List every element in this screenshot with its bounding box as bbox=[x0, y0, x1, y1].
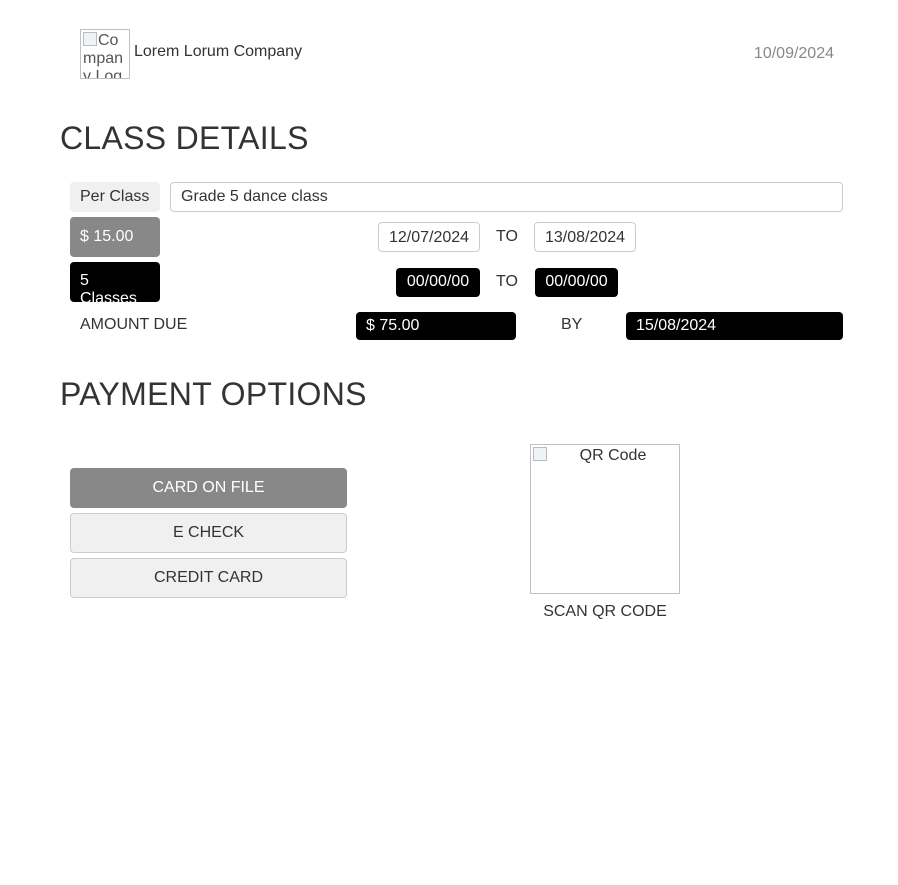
extra-end-date-field[interactable]: 00/00/00 bbox=[535, 268, 618, 297]
amount-due-value: $ 75.00 bbox=[356, 312, 516, 340]
broken-image-icon bbox=[533, 447, 547, 461]
class-details-title: CLASS DETAILS bbox=[60, 120, 309, 156]
due-by-label: BY bbox=[561, 316, 583, 333]
credit-card-button[interactable]: CREDIT CARD bbox=[70, 558, 347, 598]
e-check-button[interactable]: E CHECK bbox=[70, 513, 347, 553]
class-count: 5 Classes bbox=[70, 262, 160, 307]
header-date: 10/09/2024 bbox=[753, 45, 834, 62]
company-logo-image: Company Logo bbox=[80, 29, 130, 79]
amount-due-label: AMOUNT DUE bbox=[80, 316, 188, 333]
due-date-value: 15/08/2024 bbox=[626, 312, 843, 340]
company-name: Lorem Lorum Company bbox=[134, 43, 303, 60]
scan-qr-caption: SCAN QR CODE bbox=[543, 603, 667, 620]
class-description-input[interactable] bbox=[170, 182, 843, 212]
qr-code-image: QR Code bbox=[530, 444, 680, 594]
card-on-file-button[interactable]: CARD ON FILE bbox=[70, 468, 347, 508]
rate-type-tag: Per Class bbox=[70, 182, 160, 212]
broken-image-icon bbox=[83, 32, 97, 46]
price-per-class: $ 15.00 bbox=[70, 217, 160, 257]
date-range-to-label: TO bbox=[496, 228, 518, 245]
end-date-field[interactable]: 13/08/2024 bbox=[534, 222, 636, 252]
start-date-field[interactable]: 12/07/2024 bbox=[378, 222, 480, 252]
qr-code-alt-text: QR Code bbox=[579, 447, 647, 464]
payment-options-title: PAYMENT OPTIONS bbox=[60, 376, 367, 412]
extra-range-to-label: TO bbox=[496, 273, 518, 290]
extra-start-date-field[interactable]: 00/00/00 bbox=[396, 268, 480, 297]
